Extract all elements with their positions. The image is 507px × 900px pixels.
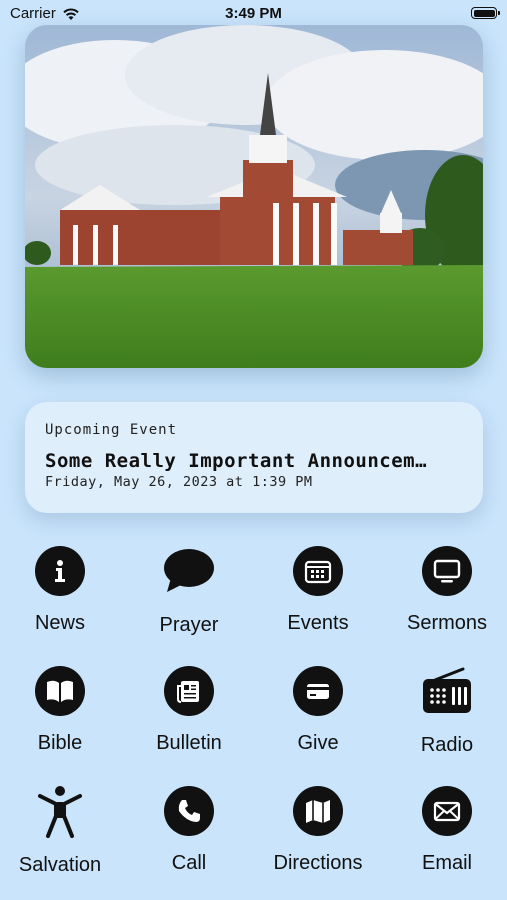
menu-item-sermons[interactable]: Sermons — [383, 540, 507, 650]
credit-card-icon — [293, 666, 343, 716]
event-title: Some Really Important Announcem… — [45, 450, 428, 472]
map-icon — [293, 786, 343, 836]
menu-item-label: Give — [297, 732, 339, 754]
menu-item-prayer[interactable]: Prayer — [125, 540, 253, 650]
newspaper-icon — [164, 666, 214, 716]
menu-item-events[interactable]: Events — [254, 540, 382, 650]
menu-item-label: Sermons — [406, 612, 488, 634]
info-icon — [35, 546, 85, 596]
menu-item-label: Prayer — [159, 614, 219, 636]
menu-item-label: Salvation — [18, 854, 102, 876]
menu-item-give[interactable]: Give — [254, 660, 382, 770]
church-photo — [25, 25, 483, 368]
envelope-icon — [422, 786, 472, 836]
speech-bubble-icon — [162, 544, 216, 598]
menu-item-radio[interactable]: Radio — [383, 660, 507, 770]
menu-item-bible[interactable]: Bible — [0, 660, 124, 770]
menu-item-label: Email — [421, 852, 472, 874]
calendar-icon — [293, 546, 343, 596]
menu-item-call[interactable]: Call — [125, 780, 253, 890]
event-kicker: Upcoming Event — [45, 422, 178, 438]
radio-icon — [420, 664, 474, 718]
book-icon — [35, 666, 85, 716]
person-arms-up-icon — [33, 784, 87, 838]
menu-item-label: News — [34, 612, 85, 634]
menu-item-label: Bible — [37, 732, 83, 754]
menu-item-salvation[interactable]: Salvation — [0, 780, 124, 890]
menu-item-label: Directions — [273, 852, 363, 874]
clock: 3:49 PM — [225, 5, 282, 22]
menu-item-label: Call — [171, 852, 207, 874]
menu-item-news[interactable]: News — [0, 540, 124, 650]
menu-item-bulletin[interactable]: Bulletin — [125, 660, 253, 770]
event-date: Friday, May 26, 2023 at 1:39 PM — [45, 474, 313, 490]
menu-item-email[interactable]: Email — [383, 780, 507, 890]
phone-icon — [164, 786, 214, 836]
monitor-icon — [422, 546, 472, 596]
battery-icon — [471, 7, 500, 19]
upcoming-event-card[interactable]: Upcoming Event Some Really Important Ann… — [25, 402, 483, 513]
menu-item-label: Bulletin — [156, 732, 222, 754]
menu-item-label: Radio — [420, 734, 474, 756]
menu-item-label: Events — [287, 612, 349, 634]
status-bar: Carrier 3:49 PM — [0, 0, 507, 28]
menu-item-directions[interactable]: Directions — [254, 780, 382, 890]
